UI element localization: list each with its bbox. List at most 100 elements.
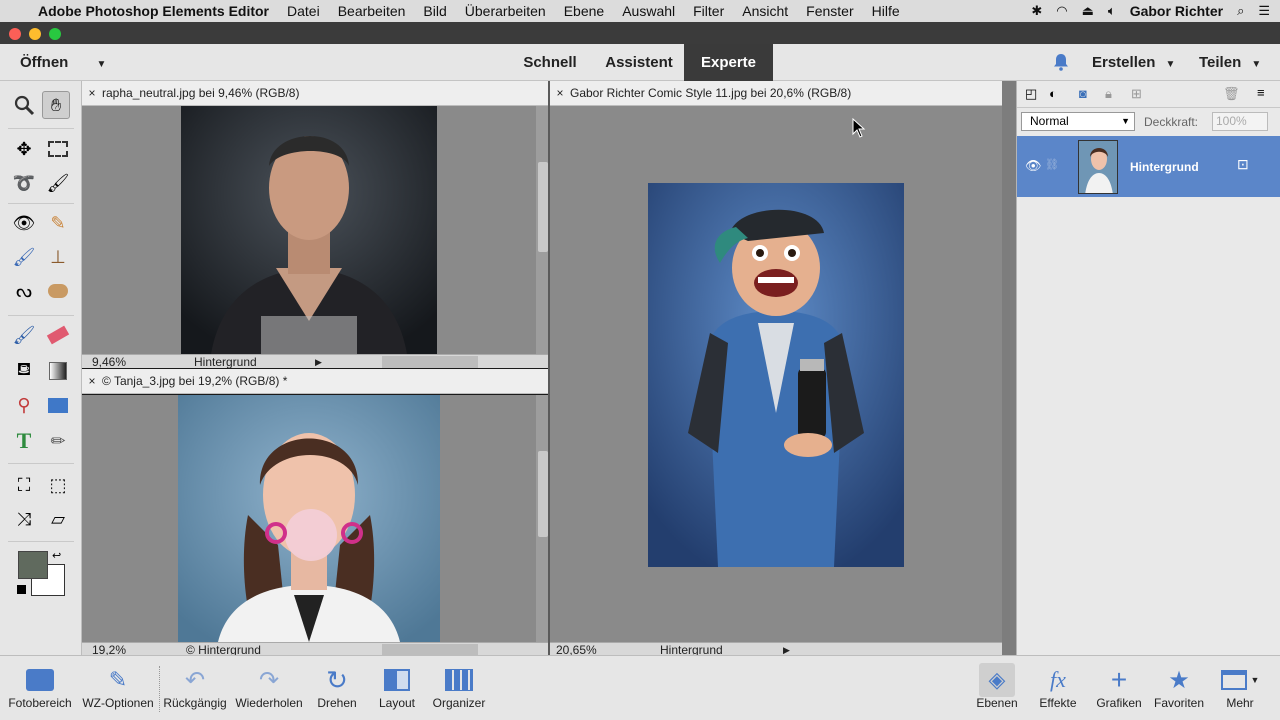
smart-brush-tool-icon[interactable]: 🖌︎ — [10, 243, 38, 271]
document-tab-rapha[interactable]: × rapha_neutral.jpg bei 9,46% (RGB/8) — [82, 81, 548, 106]
horizontal-scrollbar[interactable] — [382, 356, 478, 368]
brush-tool-icon[interactable]: 🖌︎ — [10, 321, 38, 349]
search-icon[interactable]: ⌕ — [1237, 3, 1244, 19]
undo-button[interactable]: ↶ Rückgängig — [160, 664, 230, 711]
menu-ebene[interactable]: Ebene — [564, 3, 604, 19]
close-icon[interactable]: × — [82, 369, 102, 394]
redo-button[interactable]: ↷ Wiederholen — [232, 664, 306, 711]
tool-options-button[interactable]: ✎ WZ-Optionen — [78, 664, 158, 710]
doc1-canvas-area[interactable] — [82, 106, 536, 354]
layout-button[interactable]: Layout — [372, 664, 422, 710]
red-eye-tool-icon[interactable]: 👁︎ — [10, 209, 38, 237]
favorites-button[interactable]: ★ Favoriten — [1150, 664, 1208, 711]
menu-list-icon[interactable]: ☰ — [1258, 3, 1270, 19]
eject-icon[interactable]: ⏏ — [1082, 3, 1094, 19]
pencil-tool-icon[interactable]: ✏︎ — [44, 427, 72, 455]
menu-fenster[interactable]: Fenster — [806, 3, 853, 19]
link-icon[interactable]: ⛓︎ — [1045, 158, 1059, 171]
move-tool-icon[interactable]: ✥ — [10, 135, 38, 163]
graphics-button[interactable]: + Grafiken — [1092, 664, 1146, 710]
paint-bucket-tool-icon[interactable]: ⛾ — [10, 357, 38, 385]
tab-schnell[interactable]: Schnell — [512, 44, 588, 81]
blur-tool-icon[interactable]: ᔓ — [10, 277, 38, 305]
user-name[interactable]: Gabor Richter — [1130, 3, 1223, 19]
hand-tool-icon[interactable]: ✋︎ — [42, 91, 70, 119]
wifi-icon[interactable]: ◠ — [1056, 3, 1067, 19]
volume-icon[interactable]: 🔈︎ — [1108, 3, 1116, 19]
close-icon[interactable]: × — [82, 81, 102, 106]
menu-bild[interactable]: Bild — [423, 3, 446, 19]
doc3-canvas-area[interactable] — [550, 106, 1002, 642]
menu-ansicht[interactable]: Ansicht — [742, 3, 788, 19]
type-tool-icon[interactable]: T — [10, 427, 38, 455]
tab-assistent[interactable]: Assistent — [596, 44, 682, 81]
tab-experte[interactable]: Experte — [684, 44, 773, 81]
blend-mode-value: Normal — [1030, 114, 1069, 128]
marquee-tool-icon[interactable] — [44, 135, 72, 163]
opacity-input[interactable]: 100% — [1212, 112, 1268, 131]
crop-tool-icon[interactable]: ⛶ — [10, 471, 38, 499]
straighten-tool-icon[interactable]: ⏥ — [44, 505, 72, 533]
layer-name[interactable]: Hintergrund — [1130, 160, 1199, 174]
zoom-tool-icon[interactable] — [10, 91, 38, 119]
doc1-zoom[interactable]: 9,46% — [92, 355, 126, 369]
open-button[interactable]: Öffnen ▼ — [20, 44, 106, 83]
menu-auswahl[interactable]: Auswahl — [622, 3, 675, 19]
layer-thumbnail — [1078, 140, 1118, 194]
quick-selection-tool-icon[interactable]: 🖌︎ — [44, 169, 72, 197]
document-tab-gabor[interactable]: × Gabor Richter Comic Style 11.jpg bei 20… — [550, 81, 1002, 106]
layer-row-hintergrund[interactable]: 👁︎ ⛓︎ Hintergrund ⊡ — [1017, 136, 1280, 197]
photo-bin-button[interactable]: Fotobereich — [4, 664, 76, 710]
menu-ueberarbeiten[interactable]: Überarbeiten — [465, 3, 546, 19]
eyedropper-tool-icon[interactable]: ⚲ — [10, 391, 38, 419]
content-aware-move-tool-icon[interactable]: ⤨ — [10, 505, 38, 533]
lasso-tool-icon[interactable]: ➰ — [10, 169, 38, 197]
menu-datei[interactable]: Datei — [287, 3, 320, 19]
effects-button[interactable]: fx Effekte — [1032, 664, 1084, 710]
menu-filter[interactable]: Filter — [693, 3, 724, 19]
more-button[interactable]: ▼ Mehr — [1212, 664, 1268, 710]
play-icon[interactable]: ▶ — [315, 355, 322, 369]
lock-transparency-icon[interactable]: ⊞ — [1131, 86, 1142, 102]
new-layer-icon[interactable]: ◰ — [1025, 86, 1037, 102]
sponge-tool-icon[interactable] — [44, 277, 72, 305]
rotate-button[interactable]: ↻ Drehen — [310, 664, 364, 711]
eraser-tool-icon[interactable] — [44, 321, 72, 349]
organizer-button[interactable]: Organizer — [428, 664, 490, 710]
blend-mode-select[interactable]: Normal ▼ — [1021, 112, 1135, 131]
layout-label: Layout — [378, 696, 416, 710]
scroll-thumb[interactable] — [538, 451, 548, 537]
menu-hilfe[interactable]: Hilfe — [872, 3, 900, 19]
close-window-button[interactable] — [9, 28, 21, 40]
menu-bearbeiten[interactable]: Bearbeiten — [338, 3, 406, 19]
create-button[interactable]: Erstellen ▼ — [1092, 44, 1175, 83]
close-icon[interactable]: × — [550, 81, 570, 106]
lock-icon[interactable]: 🔒︎ — [1105, 86, 1112, 102]
mask-icon[interactable]: ◙ — [1079, 86, 1087, 101]
clone-stamp-tool-icon[interactable]: ⊥ — [44, 243, 72, 271]
shape-tool-icon[interactable] — [44, 391, 72, 419]
eye-icon[interactable]: 👁︎ — [1025, 158, 1042, 174]
adjustment-layer-icon[interactable]: ◐ — [1049, 86, 1057, 101]
scroll-thumb[interactable] — [538, 162, 548, 252]
minimize-window-button[interactable] — [29, 28, 41, 40]
trash-icon[interactable]: 🗑︎ — [1223, 86, 1240, 102]
horizontal-scrollbar[interactable] — [382, 644, 478, 655]
gradient-tool-icon[interactable] — [44, 357, 72, 385]
zoom-window-button[interactable] — [49, 28, 61, 40]
swap-colors-icon[interactable]: ↩︎ — [52, 549, 61, 562]
default-colors-icon[interactable] — [17, 585, 26, 594]
bell-icon[interactable] — [1052, 53, 1070, 71]
doc3-scroll-gutter[interactable] — [1002, 81, 1016, 655]
doc2-canvas-area[interactable] — [82, 395, 536, 642]
layers-panel-button[interactable]: ◈ Ebenen — [972, 663, 1022, 710]
recompose-tool-icon[interactable]: ⬚ — [44, 471, 72, 499]
app-menu[interactable]: Adobe Photoshop Elements Editor — [38, 3, 269, 19]
bluetooth-icon[interactable]: ✱ — [1031, 3, 1042, 19]
spot-healing-tool-icon[interactable]: ✎ — [44, 209, 72, 237]
panel-menu-icon[interactable]: ≡ — [1257, 85, 1265, 100]
share-button[interactable]: Teilen ▼ — [1199, 44, 1261, 83]
layer-lock-icon[interactable]: ⊡ — [1237, 156, 1249, 173]
document-tab-tanja[interactable]: × © Tanja_3.jpg bei 19,2% (RGB/8) * — [82, 369, 548, 394]
foreground-color-swatch[interactable] — [18, 551, 48, 579]
